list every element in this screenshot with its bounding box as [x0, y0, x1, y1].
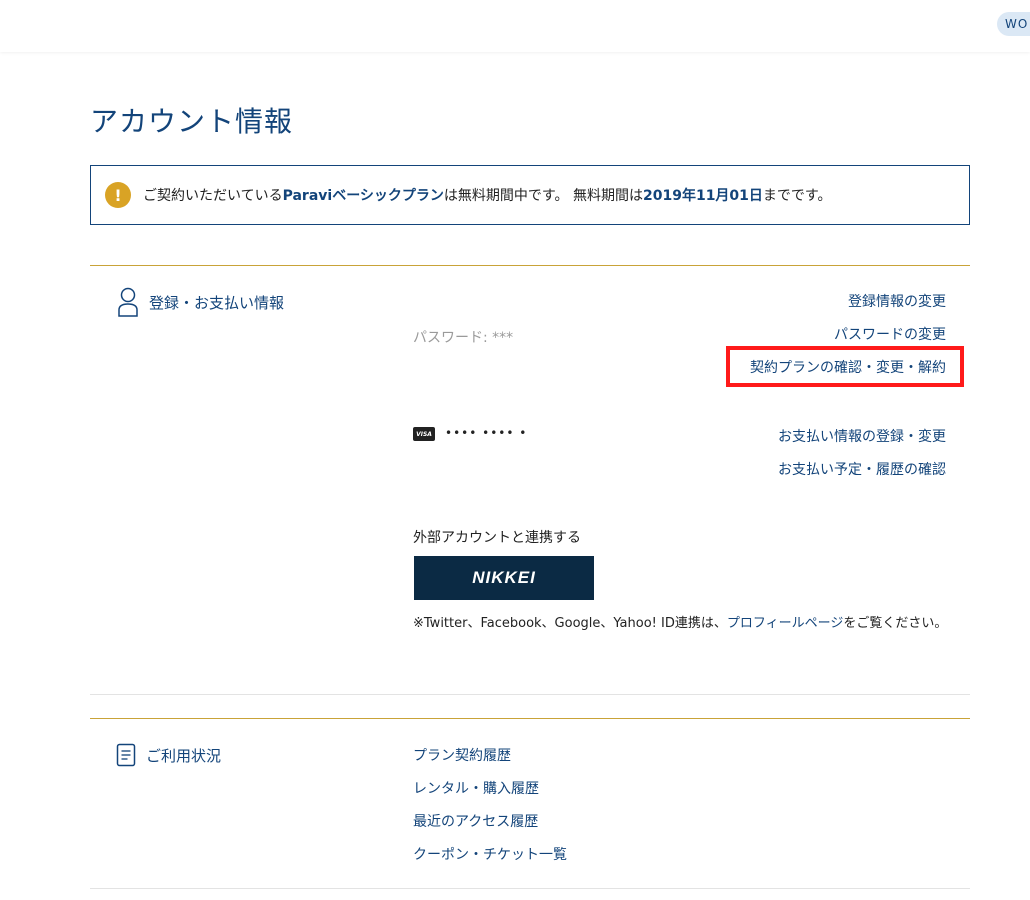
registration-section-header: 登録・お支払い情報: [117, 287, 284, 317]
section-divider: [90, 718, 970, 719]
page-title: アカウント情報: [90, 105, 294, 138]
registration-section-title: 登録・お支払い情報: [149, 293, 285, 312]
notice-plan-link[interactable]: Paraviベーシックプラン: [283, 188, 444, 204]
top-bar: WO: [0, 0, 1030, 52]
visa-card-icon: VISA: [413, 427, 435, 441]
usage-section-header: ご利用状況: [116, 743, 221, 767]
change-password-link[interactable]: パスワードの変更: [834, 324, 946, 344]
person-icon: [118, 287, 138, 317]
document-icon: [116, 743, 136, 767]
change-registration-link[interactable]: 登録情報の変更: [848, 291, 946, 311]
usage-link-coupons[interactable]: クーポン・チケット一覧: [413, 844, 567, 864]
nikkei-connect-button[interactable]: NIKKEI: [414, 556, 594, 600]
section-end-divider: [90, 694, 970, 695]
free-trial-notice: ! ご契約いただいているParaviベーシックプランは無料期間中です。 無料期間…: [90, 165, 970, 225]
usage-section-title: ご利用状況: [146, 746, 222, 765]
password-display: パスワード: ***: [413, 330, 514, 346]
payment-change-link[interactable]: お支払い情報の登録・変更: [778, 426, 946, 446]
usage-link-plan-history[interactable]: プラン契約履歴: [413, 745, 511, 765]
warning-icon: !: [105, 182, 131, 208]
card-number: •••• •••• •: [445, 426, 528, 440]
payment-history-link[interactable]: お支払い予定・履歴の確認: [778, 459, 946, 479]
user-menu-button[interactable]: WO: [997, 12, 1030, 36]
section-end-divider: [90, 888, 970, 889]
plan-manage-highlight: [726, 346, 964, 387]
usage-link-access-history[interactable]: 最近のアクセス履歴: [413, 811, 538, 831]
profile-page-link[interactable]: プロフィールページ: [727, 616, 843, 631]
notice-text: ご契約いただいているParaviベーシックプランは無料期間中です。 無料期間は2…: [143, 188, 832, 204]
usage-link-rental-history[interactable]: レンタル・購入履歴: [413, 778, 539, 798]
section-divider: [90, 265, 970, 266]
external-account-label: 外部アカウントと連携する: [413, 530, 581, 546]
sns-note: ※Twitter、Facebook、Google、Yahoo! ID連携は、プロ…: [413, 616, 948, 631]
notice-end-date: 2019年11月01日: [642, 188, 763, 204]
